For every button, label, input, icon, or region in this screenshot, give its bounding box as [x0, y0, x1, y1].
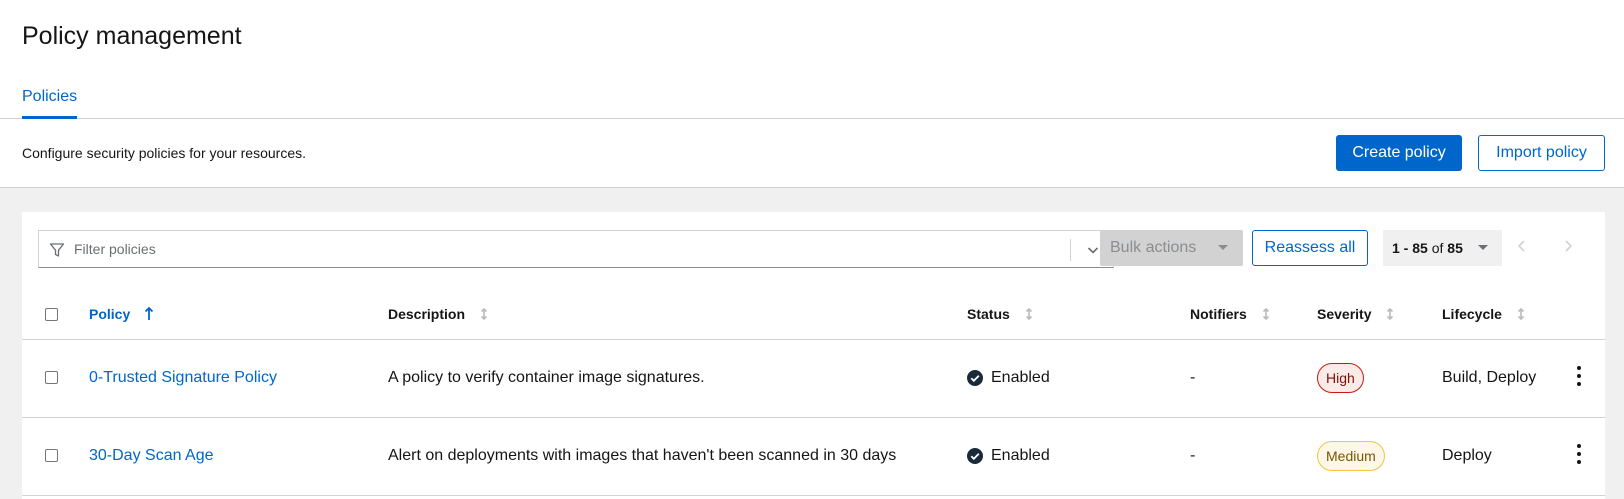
tab-bar: Policies: [0, 84, 1624, 119]
filter-divider: [1070, 239, 1071, 261]
column-label: Severity: [1317, 306, 1372, 322]
table-toolbar: Bulk actions Reassess all 1 - 85 of 85: [22, 212, 1605, 284]
check-circle-icon: [967, 448, 983, 464]
pagination-range: 1 - 85: [1392, 240, 1428, 256]
create-policy-button[interactable]: Create policy: [1336, 135, 1462, 171]
page-title: Policy management: [22, 22, 242, 50]
kebab-icon[interactable]: [1575, 366, 1583, 386]
angle-left-icon[interactable]: [1516, 238, 1528, 254]
policy-name-link[interactable]: 30-Day Scan Age: [89, 447, 214, 465]
bulk-actions-label: Bulk actions: [1110, 239, 1197, 256]
pagination-of: of: [1431, 240, 1444, 256]
table-row: 30-Day Scan Age Alert on deployments wit…: [22, 418, 1605, 496]
row-checkbox[interactable]: [45, 371, 58, 384]
policy-notifiers: -: [1190, 369, 1196, 386]
column-label: Notifiers: [1190, 306, 1247, 322]
severity-badge: Medium: [1317, 441, 1385, 471]
sort-icon: [1024, 307, 1034, 321]
policy-name-link[interactable]: 0-Trusted Signature Policy: [89, 369, 277, 387]
bulk-actions-dropdown[interactable]: Bulk actions: [1100, 230, 1243, 266]
column-header-severity[interactable]: Severity: [1317, 306, 1395, 322]
policy-notifiers: -: [1190, 447, 1196, 464]
status-label: Enabled: [991, 369, 1050, 386]
column-header-lifecycle[interactable]: Lifecycle: [1442, 306, 1526, 322]
tab-policies[interactable]: Policies: [22, 88, 78, 119]
pagination-text: 1 - 85 of 85: [1392, 240, 1463, 256]
filter-box[interactable]: [38, 230, 1114, 268]
page-header: Policy management Policies Configure sec…: [0, 0, 1624, 188]
angle-right-icon[interactable]: [1562, 238, 1574, 254]
sort-icon: [1516, 307, 1526, 321]
description-row: Configure security policies for your res…: [0, 119, 1624, 188]
policy-status: Enabled: [967, 369, 1050, 387]
status-label: Enabled: [991, 447, 1050, 464]
check-circle-icon: [967, 370, 983, 386]
table-row: 0-Trusted Signature Policy A policy to v…: [22, 340, 1605, 418]
caret-down-icon: [1218, 245, 1228, 250]
row-checkbox[interactable]: [45, 449, 58, 462]
page-description: Configure security policies for your res…: [22, 145, 307, 161]
reassess-all-button[interactable]: Reassess all: [1252, 230, 1368, 266]
sort-ascending-icon: [144, 307, 154, 321]
column-header-status[interactable]: Status: [967, 306, 1034, 322]
column-label: Lifecycle: [1442, 306, 1502, 322]
pagination-toggle[interactable]: 1 - 85 of 85: [1383, 230, 1502, 266]
severity-badge: High: [1317, 363, 1364, 393]
sort-icon: [1385, 307, 1395, 321]
column-header-description[interactable]: Description: [388, 306, 489, 322]
column-label: Policy: [89, 306, 131, 322]
column-header-policy[interactable]: Policy: [89, 306, 154, 322]
policy-description: Alert on deployments with images that ha…: [388, 447, 897, 464]
tab-label: Policies: [22, 88, 78, 105]
import-policy-button[interactable]: Import policy: [1478, 135, 1605, 171]
chevron-down-icon: [1087, 247, 1099, 254]
filter-input[interactable]: [74, 231, 1064, 267]
pagination-total: 85: [1447, 240, 1463, 256]
column-header-notifiers[interactable]: Notifiers: [1190, 306, 1271, 322]
sort-icon: [479, 307, 489, 321]
policy-lifecycle: Deploy: [1442, 447, 1492, 464]
policy-status: Enabled: [967, 447, 1050, 465]
sort-icon: [1261, 307, 1271, 321]
policy-description: A policy to verify container image signa…: [388, 369, 705, 386]
kebab-icon[interactable]: [1575, 444, 1583, 464]
column-label: Status: [967, 306, 1010, 322]
column-label: Description: [388, 306, 466, 322]
table-header: Policy Description Status Notifiers Seve…: [22, 284, 1605, 340]
caret-down-icon: [1478, 245, 1488, 250]
filter-icon: [49, 243, 65, 257]
select-all-checkbox[interactable]: [45, 308, 58, 321]
policy-lifecycle: Build, Deploy: [1442, 369, 1537, 386]
policies-card: Bulk actions Reassess all 1 - 85 of 85 P…: [22, 212, 1605, 499]
